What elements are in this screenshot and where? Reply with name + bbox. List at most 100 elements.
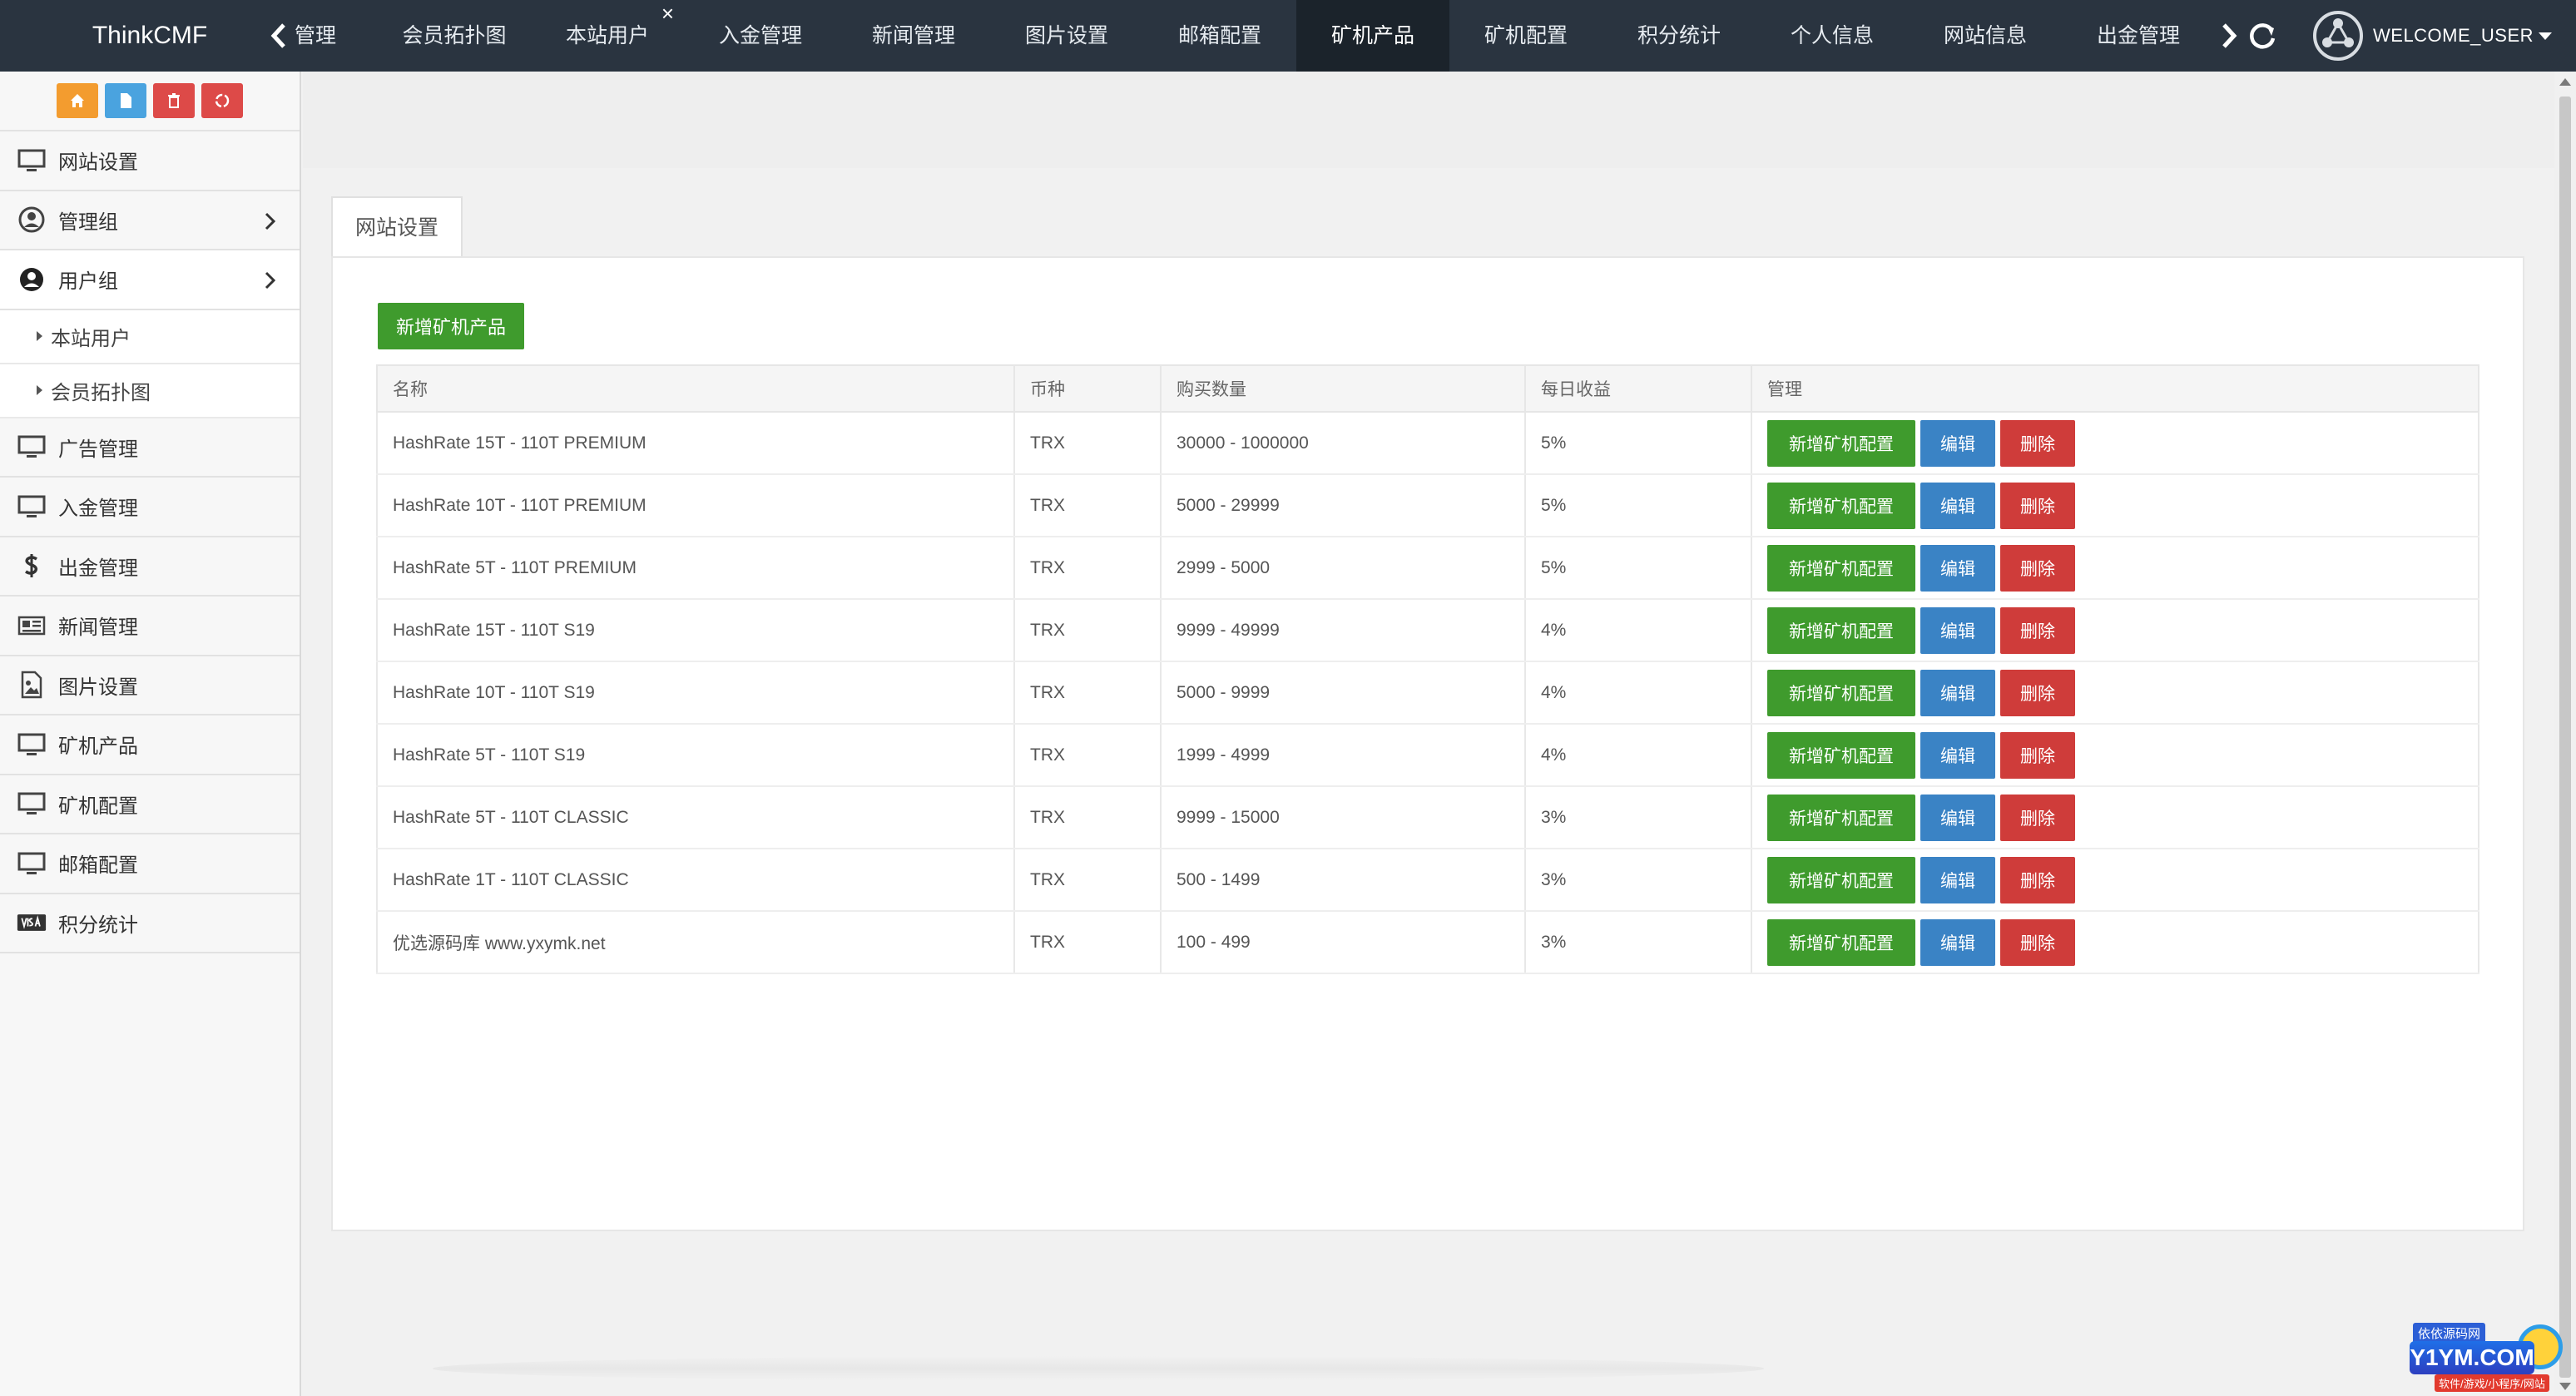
sidebar-item-miner-config[interactable]: 矿机配置 [0, 775, 300, 834]
trash-shortcut[interactable] [153, 83, 195, 118]
add-miner-product-button[interactable]: 新增矿机产品 [378, 303, 524, 349]
nav-tab-miner-config[interactable]: 矿机配置 [1449, 0, 1603, 72]
sidebar-item-deposit[interactable]: 入金管理 [0, 478, 300, 537]
sidebar-subitem-site-users[interactable]: 本站用户 [0, 309, 300, 364]
nav-tab-images[interactable]: 图片设置 [990, 0, 1143, 72]
actions-cell: 新增矿机配置 编辑 删除 [1751, 848, 2479, 912]
edit-button[interactable]: 编辑 [1920, 731, 1995, 779]
home-shortcut[interactable] [57, 83, 98, 118]
delete-button[interactable]: 删除 [2000, 482, 2075, 529]
column-header-daily-yield[interactable]: 每日收益 [1524, 364, 1752, 413]
nav-tab-site-info[interactable]: 网站信息 [1909, 0, 2062, 72]
sidebar-item-news[interactable]: 新闻管理 [0, 597, 300, 656]
sidebar-item-ads[interactable]: 广告管理 [0, 418, 300, 478]
sidebar-item-images[interactable]: 图片设置 [0, 656, 300, 715]
close-icon[interactable]: × [661, 0, 674, 30]
monitor-icon [15, 430, 48, 463]
nav-tab-profile[interactable]: 个人信息 [1756, 0, 1909, 72]
nav-tab-points[interactable]: 积分统计 [1603, 0, 1756, 72]
monitor-icon [15, 144, 48, 177]
sidebar-item-user-group[interactable]: 用户组 [0, 250, 300, 310]
user-name: WELCOME_USER [2373, 25, 2534, 46]
product-name-cell: HashRate 10T - 110T S19 [376, 661, 1015, 725]
edit-button[interactable]: 编辑 [1920, 918, 1995, 966]
nav-tab-email[interactable]: 邮箱配置 [1143, 0, 1296, 72]
row-actions: 新增矿机配置 编辑 删除 [1767, 606, 2477, 654]
delete-button[interactable]: 删除 [2000, 606, 2075, 654]
delete-button[interactable]: 删除 [2000, 731, 2075, 779]
edit-button[interactable]: 编辑 [1920, 794, 1995, 841]
column-header-name[interactable]: 名称 [376, 364, 1015, 413]
scroll-thumb[interactable] [2559, 97, 2571, 1378]
edit-button[interactable]: 编辑 [1920, 856, 1995, 903]
shortcut-toolbar [0, 72, 300, 131]
user-menu[interactable]: WELCOME_USER [2313, 0, 2553, 72]
product-name-cell: HashRate 10T - 110T PREMIUM [376, 473, 1015, 537]
edit-button[interactable]: 编辑 [1920, 482, 1995, 529]
recycle-shortcut[interactable] [201, 83, 243, 118]
sidebar-item-email[interactable]: 邮箱配置 [0, 834, 300, 894]
refresh-icon[interactable] [2247, 20, 2278, 52]
table-row: HashRate 10T - 110T S19 TRX 5000 - 9999 4% 新… [376, 661, 2479, 725]
nav-tab-topology[interactable]: 会员拓扑图 [378, 0, 531, 72]
sidebar-item-miner-products[interactable]: 矿机产品 [0, 715, 300, 775]
add-miner-config-button[interactable]: 新增矿机配置 [1767, 606, 1915, 654]
vertical-scrollbar[interactable] [2554, 72, 2576, 1396]
delete-button[interactable]: 删除 [2000, 669, 2075, 716]
nav-tab-deposit[interactable]: 入金管理 [684, 0, 837, 72]
quantity-range-cell: 5000 - 9999 [1160, 661, 1526, 725]
delete-button[interactable]: 删除 [2000, 794, 2075, 841]
sidebar-item-admin-group[interactable]: 管理组 [0, 191, 300, 250]
sidebar-item-withdraw[interactable]: 出金管理 [0, 537, 300, 597]
delete-button[interactable]: 删除 [2000, 918, 2075, 966]
nav-prev-icon[interactable] [263, 0, 296, 72]
delete-button[interactable]: 删除 [2000, 419, 2075, 467]
add-miner-config-button[interactable]: 新增矿机配置 [1767, 794, 1915, 841]
delete-button[interactable]: 删除 [2000, 544, 2075, 592]
nav-next-icon[interactable] [2212, 0, 2245, 72]
add-miner-config-button[interactable]: 新增矿机配置 [1767, 918, 1915, 966]
add-miner-config-button[interactable]: 新增矿机配置 [1767, 482, 1915, 529]
add-miner-config-button[interactable]: 新增矿机配置 [1767, 669, 1915, 716]
nav-tab-withdraw[interactable]: 出金管理 [2062, 0, 2215, 72]
column-header-coin[interactable]: 币种 [1013, 364, 1162, 413]
column-header-quantity[interactable]: 购买数量 [1160, 364, 1526, 413]
visa-icon [15, 906, 48, 939]
table-row: HashRate 15T - 110T S19 TRX 9999 - 49999 4%… [376, 598, 2479, 662]
nav-tab-label: 本站用户 [565, 24, 649, 47]
document-shortcut[interactable] [105, 83, 146, 118]
add-miner-config-button[interactable]: 新增矿机配置 [1767, 731, 1915, 779]
coin-cell: TRX [1013, 910, 1162, 974]
row-actions: 新增矿机配置 编辑 删除 [1767, 918, 2477, 966]
sidebar-item-site-settings[interactable]: 网站设置 [0, 131, 300, 191]
sidebar-subitem-topology[interactable]: 会员拓扑图 [0, 364, 300, 418]
quantity-range-cell: 1999 - 4999 [1160, 723, 1526, 787]
delete-button[interactable]: 删除 [2000, 856, 2075, 903]
sidebar-item-label: 矿机产品 [58, 735, 138, 759]
nav-tab-manage[interactable]: 管理 [295, 0, 378, 72]
sidebar-item-label: 积分统计 [58, 913, 138, 937]
add-miner-config-button[interactable]: 新增矿机配置 [1767, 544, 1915, 592]
edit-button[interactable]: 编辑 [1920, 419, 1995, 467]
coin-cell: TRX [1013, 723, 1162, 787]
add-miner-config-button[interactable]: 新增矿机配置 [1767, 856, 1915, 903]
product-name-cell: HashRate 15T - 110T PREMIUM [376, 411, 1015, 475]
brand-logo[interactable]: ThinkCMF [0, 0, 300, 72]
add-miner-config-button[interactable]: 新增矿机配置 [1767, 419, 1915, 467]
sidebar-item-points[interactable]: 积分统计 [0, 894, 300, 953]
nav-tab-news[interactable]: 新闻管理 [837, 0, 990, 72]
chevron-right-icon [265, 271, 276, 290]
quantity-range-cell: 9999 - 49999 [1160, 598, 1526, 662]
row-actions: 新增矿机配置 编辑 删除 [1767, 794, 2477, 841]
nav-tab-miner-products[interactable]: 矿机产品 [1296, 0, 1449, 72]
edit-button[interactable]: 编辑 [1920, 544, 1995, 592]
edit-button[interactable]: 编辑 [1920, 606, 1995, 654]
quantity-range-cell: 5000 - 29999 [1160, 473, 1526, 537]
scroll-up-icon[interactable] [2559, 78, 2571, 86]
actions-cell: 新增矿机配置 编辑 删除 [1751, 661, 2479, 725]
tab-site-settings[interactable]: 网站设置 [331, 196, 463, 258]
edit-button[interactable]: 编辑 [1920, 669, 1995, 716]
quantity-range-cell: 2999 - 5000 [1160, 536, 1526, 600]
nav-tab-site-users[interactable]: 本站用户 × [531, 0, 684, 72]
product-name-cell: HashRate 15T - 110T S19 [376, 598, 1015, 662]
